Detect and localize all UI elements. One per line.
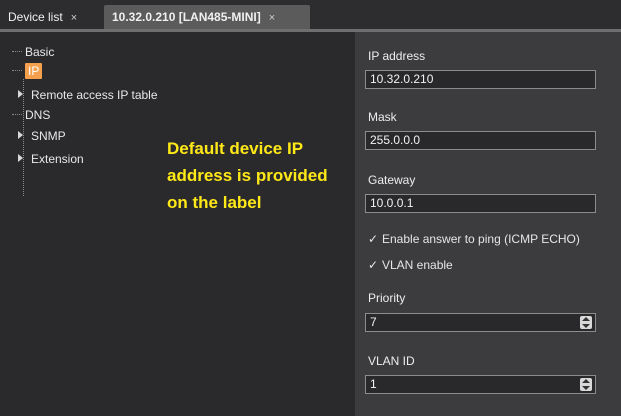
tab-bar: Device list × 10.32.0.210 [LAN485-MINI] × xyxy=(0,0,621,32)
spinner-icon[interactable] xyxy=(580,378,592,391)
expand-arrow-icon[interactable] xyxy=(18,89,23,98)
tree-item-label: DNS xyxy=(25,107,51,122)
expand-arrow-icon[interactable] xyxy=(18,153,23,162)
tree-item-remote-access-ip-table[interactable]: Remote access IP table xyxy=(18,85,158,103)
ping-checkbox-label: Enable answer to ping (ICMP ECHO) xyxy=(382,232,580,246)
tree-item-label: Remote access IP table xyxy=(31,87,158,102)
tab-device-config-label: 10.32.0.210 [LAN485-MINI] xyxy=(112,10,261,24)
settings-tree: Basic IP Remote access IP table DNS SNMP… xyxy=(0,32,355,416)
vlan-enable-checkbox[interactable]: ✓ VLAN enable xyxy=(368,257,453,273)
spinner-icon[interactable] xyxy=(580,316,592,329)
vlan-id-value: 1 xyxy=(370,377,377,391)
expand-arrow-icon[interactable] xyxy=(18,130,23,139)
tree-item-label: SNMP xyxy=(31,128,66,143)
tree-item-snmp[interactable]: SNMP xyxy=(18,126,66,144)
mask-field[interactable]: 255.0.0.0 xyxy=(365,131,596,150)
mask-label: Mask xyxy=(368,110,397,124)
checkmark-icon: ✓ xyxy=(368,232,379,246)
gateway-field[interactable]: 10.0.0.1 xyxy=(365,194,596,213)
priority-value: 7 xyxy=(370,315,377,329)
gateway-label: Gateway xyxy=(368,173,416,187)
tab-device-list-label: Device list xyxy=(8,10,63,24)
tree-item-dns[interactable]: DNS xyxy=(12,105,50,123)
ping-checkbox[interactable]: ✓ Enable answer to ping (ICMP ECHO) xyxy=(368,231,580,247)
tree-item-label: IP xyxy=(25,62,43,79)
ip-settings-panel: IP address 10.32.0.210 Mask 255.0.0.0 Ga… xyxy=(355,32,621,416)
tree-item-label: Basic xyxy=(25,44,55,59)
tab-device-config[interactable]: 10.32.0.210 [LAN485-MINI] × xyxy=(104,5,310,29)
close-icon[interactable]: × xyxy=(269,12,275,24)
tree-leaf-icon xyxy=(12,51,22,53)
tree-leaf-icon xyxy=(12,70,22,72)
tree-item-label: Extension xyxy=(31,151,84,166)
vlan-id-stepper[interactable]: 1 xyxy=(365,375,596,394)
priority-stepper[interactable]: 7 xyxy=(365,313,596,332)
tree-leaf-icon xyxy=(12,114,22,116)
tree-item-basic[interactable]: Basic xyxy=(12,42,54,60)
close-icon[interactable]: × xyxy=(71,12,77,24)
checkmark-icon: ✓ xyxy=(368,258,379,272)
ip-address-field[interactable]: 10.32.0.210 xyxy=(365,70,596,89)
ip-address-label: IP address xyxy=(368,49,426,63)
priority-label: Priority xyxy=(368,291,406,305)
tab-device-list[interactable]: Device list × xyxy=(0,5,104,29)
annotation-note: Default device IP address is provided on… xyxy=(167,139,328,212)
vlan-id-label: VLAN ID xyxy=(368,354,415,368)
tree-item-extension[interactable]: Extension xyxy=(18,149,84,167)
tree-item-ip[interactable]: IP xyxy=(12,61,43,79)
vlan-enable-label: VLAN enable xyxy=(382,258,453,272)
